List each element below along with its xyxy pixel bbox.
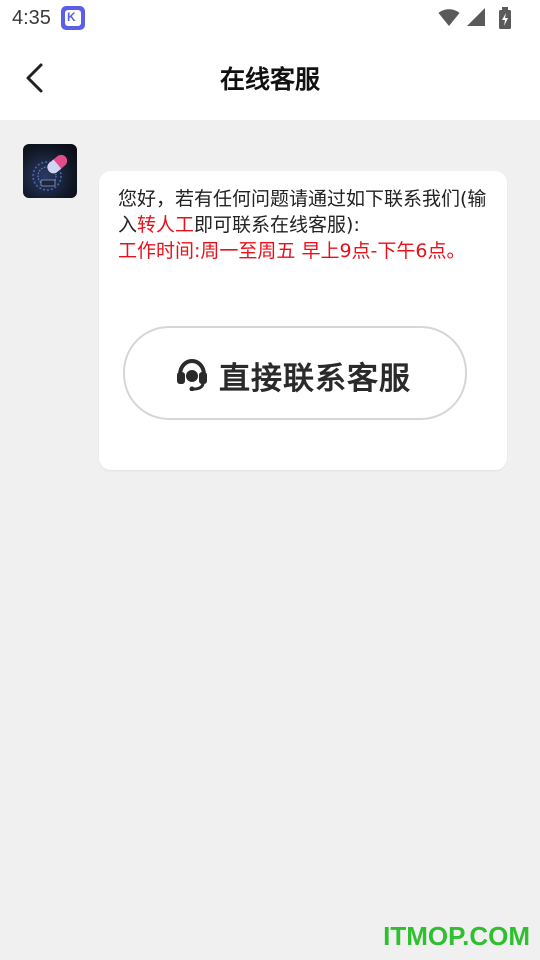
message-text-part2: 即可联系在线客服): — [194, 214, 360, 236]
app-logo-avatar — [32, 154, 68, 191]
page-title: 在线客服 — [219, 65, 320, 94]
contact-service-button[interactable]: 直接联系客服 — [123, 326, 467, 420]
chat-message-bubble: 您好，若有任何问题请通过如下联系我们(输入转人工即可联系在线客服): 工作时间:… — [99, 171, 507, 470]
headset-icon — [177, 358, 207, 391]
site-watermark: ITMOP.COM — [383, 921, 530, 951]
welcome-message: 您好，若有任何问题请通过如下联系我们(输入转人工即可联系在线客服): 工作时间:… — [118, 186, 490, 264]
status-time: 4:35 — [12, 7, 51, 29]
app-badge-letter: K — [67, 10, 76, 24]
wifi-icon — [438, 9, 460, 26]
service-avatar — [23, 144, 77, 198]
title-bar: 在线客服 — [0, 36, 540, 120]
signal-icon — [467, 8, 485, 26]
battery-icon — [499, 7, 511, 29]
contact-service-label: 直接联系客服 — [219, 361, 411, 397]
app-notification-icon: K — [61, 6, 85, 30]
status-bar: 4:35 K — [0, 0, 540, 36]
transfer-keyword: 转人工 — [137, 214, 195, 236]
working-hours-text: 工作时间:周一至周五 早上9点-下午6点。 — [118, 240, 466, 262]
